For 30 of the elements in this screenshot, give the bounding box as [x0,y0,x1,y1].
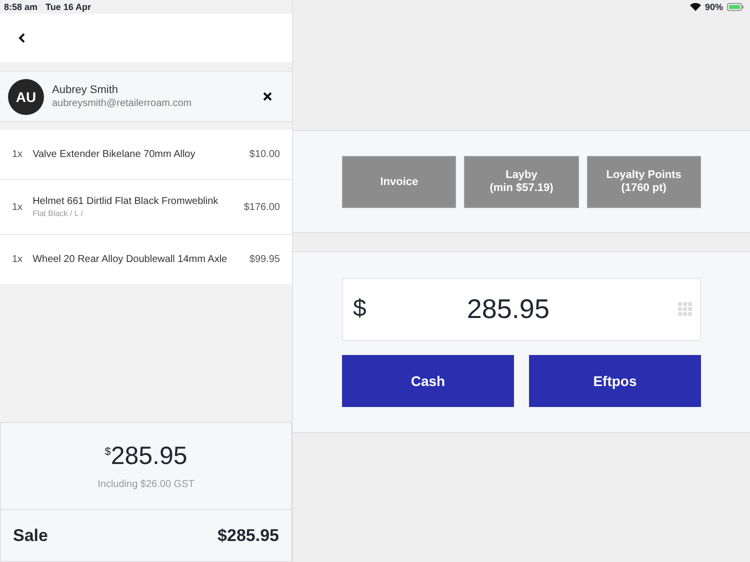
back-icon[interactable] [18,33,26,43]
tender-button[interactable]: Cash [342,354,514,406]
sale-amount: $285.95 [218,526,279,546]
cart-item[interactable]: 1x Helmet 661 Dirtlid Flat Black Fromweblink Flat Black / L / $176.00 [0,180,292,234]
customer-email: aubreysmith@retailerroam.com [52,98,193,109]
amount-field[interactable]: $ 285.95 [342,278,701,340]
total-amount: $285.95 [104,442,188,471]
customer-name: Aubrey Smith [52,84,120,96]
close-icon[interactable] [263,92,272,101]
item-price: $10.00 [249,149,280,160]
sale-label: Sale [13,526,48,546]
item-price: $99.95 [249,254,280,265]
item-quantity: 1x [12,202,23,212]
tax-note: Including $26.00 GST [98,479,194,490]
item-price: $176.00 [244,202,280,212]
tender-button[interactable]: Eftpos [529,354,701,406]
item-name: Valve Extender Bikelane 70mm Alloy [32,148,196,160]
item-name: Helmet 661 Dirtlid Flat Black Fromweblink [32,196,220,208]
status-date: Tue 16 Apr [46,2,92,12]
item-quantity: 1x [12,254,23,265]
battery-icon [727,3,744,11]
item-quantity: 1x [12,149,23,160]
cart-item[interactable]: 1x Valve Extender Bikelane 70mm Alloy $10.00 [0,130,292,179]
avatar: AU [8,78,44,114]
battery-percentage: 90% [704,2,723,12]
status-time: 8:58 am [4,2,38,12]
cart-item[interactable]: 1x Wheel 20 Rear Alloy Doublewall 14mm Axle $99.95 [0,235,292,284]
wifi-icon [690,3,701,11]
item-name: Wheel 20 Rear Alloy Doublewall 14mm Axle [32,254,228,266]
item-variant: Flat Black / L / [32,209,84,218]
